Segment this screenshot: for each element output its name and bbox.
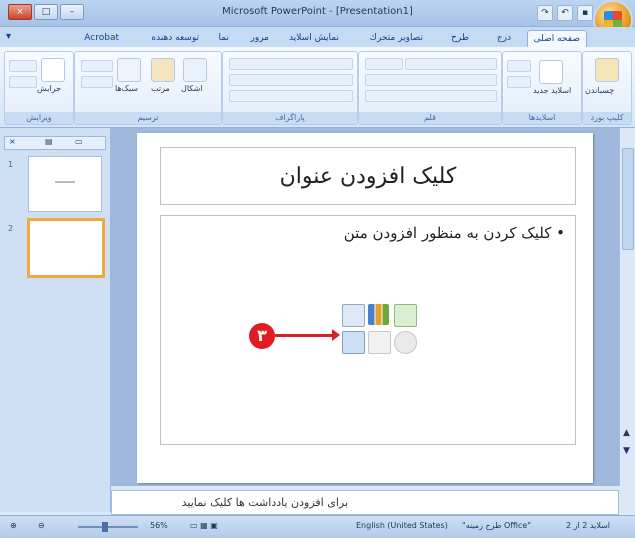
group-paragraph: پاراگراف xyxy=(222,51,358,125)
insert-smartart-icon[interactable] xyxy=(394,304,417,327)
quick-styles-icon[interactable] xyxy=(117,58,141,82)
bullet-text: کلیک کردن به منظور افزودن متن xyxy=(343,224,552,242)
group-slides: اسلاید جدید اسلایدها xyxy=(502,51,582,125)
group-slides-label: اسلایدها xyxy=(503,112,581,124)
tab-slide-show[interactable]: نمایش اسلاید xyxy=(283,30,345,46)
close-pane-icon[interactable]: × xyxy=(9,137,16,146)
undo-icon[interactable]: ↶ xyxy=(557,5,573,21)
font-format-buttons[interactable] xyxy=(365,74,497,86)
layout-button[interactable] xyxy=(507,60,531,72)
select-button[interactable] xyxy=(9,76,37,88)
group-drawing: اشکال مرتب سبک‌ها ترسیم xyxy=(74,51,222,125)
status-bar: ⊕ ⊖ 56% ▭ ▦ ▣ English (United States) "ط… xyxy=(0,515,635,538)
reset-button[interactable] xyxy=(507,76,531,88)
paste-label: چسباندن xyxy=(585,86,615,95)
insert-clipart-icon[interactable] xyxy=(368,331,391,354)
notes-placeholder: برای افزودن یادداشت ها کلیک نمایید xyxy=(181,496,348,509)
ribbon-tabs: صفحه اصلی درج طرح تصاویر متحرك نمایش اسل… xyxy=(0,27,635,47)
shape-fill-button[interactable] xyxy=(81,60,113,72)
tab-acrobat[interactable]: Acrobat xyxy=(78,30,125,46)
group-font-label: قلم xyxy=(359,112,501,124)
theme-status: "طرح زمینه Office" xyxy=(462,521,532,530)
quick-styles-label: سبک‌ها xyxy=(115,84,138,93)
slide-thumbnail-1[interactable] xyxy=(28,156,102,212)
group-clipboard: چسباندن کلیپ بورد xyxy=(582,51,632,125)
align-buttons[interactable] xyxy=(229,90,353,102)
group-drawing-label: ترسیم xyxy=(75,112,221,124)
thumbnail-title-line xyxy=(55,181,75,183)
shapes-label: اشکال xyxy=(181,84,203,93)
group-paragraph-label: پاراگراف xyxy=(223,112,357,124)
arrange-label: مرتب xyxy=(151,84,170,93)
direction-buttons[interactable] xyxy=(229,74,353,86)
pointer-arrow xyxy=(275,329,340,341)
save-icon[interactable]: ▪ xyxy=(577,5,593,21)
tab-animations[interactable]: تصاویر متحرك xyxy=(364,30,429,46)
content-insert-icons xyxy=(342,304,442,360)
group-editing: جرایش ویرایش xyxy=(4,51,74,125)
zoom-level[interactable]: 56% xyxy=(150,521,168,530)
slide-thumbnail-2[interactable] xyxy=(27,218,105,278)
find-icon[interactable] xyxy=(41,58,65,82)
replace-button[interactable] xyxy=(9,60,37,72)
vertical-scrollbar[interactable]: ▲ ▼ xyxy=(619,128,635,486)
font-size-dropdown[interactable] xyxy=(365,58,403,70)
zoom-out-icon[interactable]: ⊖ xyxy=(38,521,45,530)
thumbnail-number: 2 xyxy=(8,224,14,233)
insert-media-icon[interactable] xyxy=(394,331,417,354)
tab-slides[interactable]: ▭ xyxy=(75,137,83,146)
insert-picture-icon[interactable] xyxy=(342,331,365,354)
group-clipboard-label: کلیپ بورد xyxy=(583,112,631,124)
slide-count-status: اسلاید 2 از 2 xyxy=(566,521,611,530)
title-placeholder[interactable]: کلیک افزودن عنوان xyxy=(160,147,576,205)
pane-tabs: × ▤ ▭ xyxy=(4,136,106,150)
find-label: جرایش xyxy=(37,84,62,93)
tab-design[interactable]: طرح xyxy=(445,30,475,46)
title-placeholder-text: کلیک افزودن عنوان xyxy=(279,163,457,189)
step-marker: ۳ xyxy=(249,323,275,349)
view-buttons[interactable]: ▭ ▦ ▣ xyxy=(190,521,218,530)
tab-home[interactable]: صفحه اصلی xyxy=(526,30,587,47)
paste-icon[interactable] xyxy=(595,58,619,82)
tab-insert[interactable]: درج xyxy=(491,30,517,46)
new-slide-label: اسلاید جدید xyxy=(533,86,572,95)
language-status: English (United States) xyxy=(356,521,448,530)
insert-table-icon[interactable] xyxy=(342,304,365,327)
group-editing-label: ویرایش xyxy=(5,112,73,124)
content-placeholder[interactable]: • کلیک کردن به منظور افزودن متن ۳ xyxy=(160,215,576,445)
font-effects-buttons[interactable] xyxy=(365,90,497,102)
slides-pane: × ▤ ▭ 1 2 xyxy=(0,128,111,512)
redo-icon[interactable]: ↷ xyxy=(537,5,553,21)
list-buttons[interactable] xyxy=(229,58,353,70)
new-slide-icon[interactable] xyxy=(539,60,563,84)
font-name-dropdown[interactable] xyxy=(405,58,497,70)
shapes-icon[interactable] xyxy=(183,58,207,82)
prev-slide-icon[interactable]: ▲ xyxy=(623,428,630,438)
next-slide-icon[interactable]: ▼ xyxy=(623,446,630,456)
title-bar: × □ – Microsoft PowerPoint - [Presentati… xyxy=(0,0,635,38)
group-font: قلم xyxy=(358,51,502,125)
shape-outline-button[interactable] xyxy=(81,76,113,88)
zoom-slider[interactable] xyxy=(78,522,138,532)
ribbon-collapse-icon[interactable]: ▾ xyxy=(6,31,11,42)
tab-view[interactable]: نما xyxy=(213,30,235,46)
tab-developer[interactable]: توسعه دهنده xyxy=(145,30,205,46)
content-placeholder-text: • کلیک کردن به منظور افزودن متن xyxy=(343,224,565,242)
ribbon: چسباندن کلیپ بورد اسلاید جدید اسلایدها ق… xyxy=(0,47,635,128)
notes-pane[interactable]: برای افزودن یادداشت ها کلیک نمایید xyxy=(111,490,619,515)
scroll-thumb[interactable] xyxy=(622,148,634,250)
slide-canvas: کلیک افزودن عنوان • کلیک کردن به منظور ا… xyxy=(137,133,593,483)
insert-chart-icon[interactable] xyxy=(368,304,389,325)
quick-access-toolbar: ↷ ↶ ▪ xyxy=(537,5,593,21)
thumbnail-number: 1 xyxy=(8,160,14,169)
arrange-icon[interactable] xyxy=(151,58,175,82)
tab-review[interactable]: مرور xyxy=(245,30,275,46)
tab-outline[interactable]: ▤ xyxy=(45,137,53,146)
zoom-fit-icon[interactable]: ⊕ xyxy=(10,521,17,530)
